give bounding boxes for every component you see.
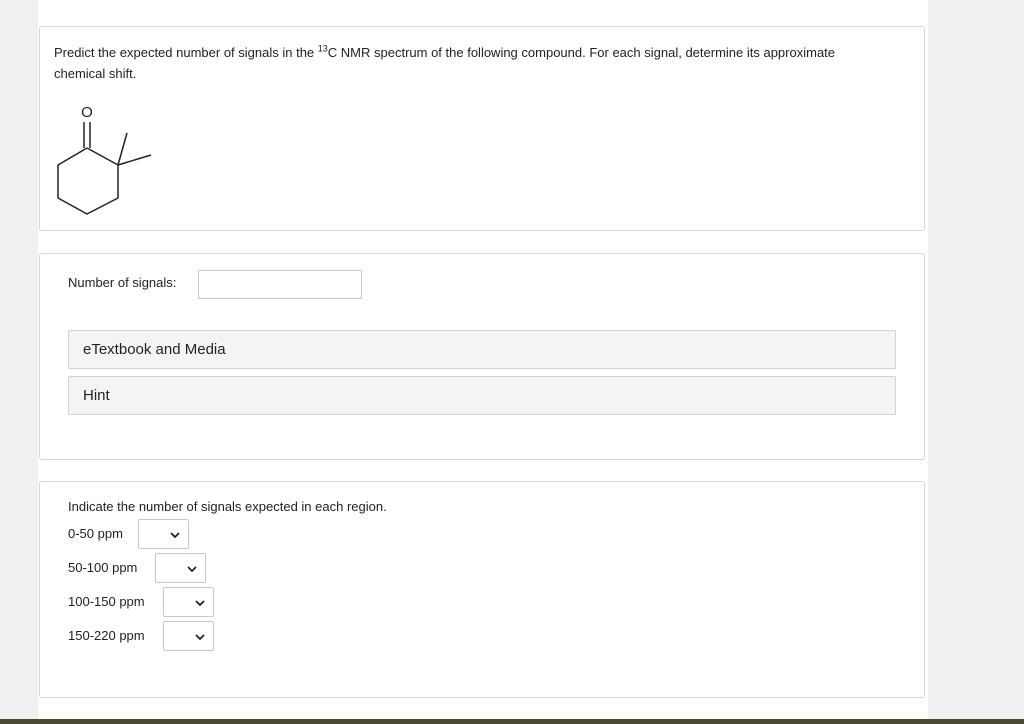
region-0-50-select[interactable] (138, 519, 189, 549)
region-label: 0-50 ppm (68, 526, 123, 541)
number-of-signals-input[interactable] (198, 270, 362, 299)
bottom-edge-strip (0, 719, 1024, 724)
region-50-100-select[interactable] (155, 553, 206, 583)
number-of-signals-label: Number of signals: (68, 275, 177, 290)
region-label: 100-150 ppm (68, 594, 145, 609)
hint-label: Hint (83, 387, 110, 404)
etextbook-media-label: eTextbook and Media (83, 341, 226, 358)
question-card: Predict the expected number of signals i… (39, 26, 925, 231)
question-text-before: Predict the expected number of signals i… (54, 45, 318, 60)
chevron-down-icon (195, 600, 205, 607)
region-150-220-select[interactable] (163, 621, 214, 651)
oxygen-atom-label: O (81, 104, 93, 121)
answer-card: Number of signals: eTextbook and Media H… (39, 253, 925, 460)
question-text: Predict the expected number of signals i… (54, 42, 874, 84)
regions-card: Indicate the number of signals expected … (39, 481, 925, 698)
regions-title: Indicate the number of signals expected … (68, 499, 387, 514)
chevron-down-icon (195, 634, 205, 641)
region-label: 50-100 ppm (68, 560, 138, 575)
etextbook-media-accordion[interactable]: eTextbook and Media (68, 330, 896, 369)
region-label: 150-220 ppm (68, 628, 145, 643)
hint-accordion[interactable]: Hint (68, 376, 896, 415)
region-100-150-select[interactable] (163, 587, 214, 617)
chevron-down-icon (187, 566, 197, 573)
chevron-down-icon (170, 532, 180, 539)
cyclohexane-ring (57, 147, 119, 215)
molecule-structure: O (57, 104, 152, 215)
isotope-superscript: 13 (317, 43, 328, 54)
